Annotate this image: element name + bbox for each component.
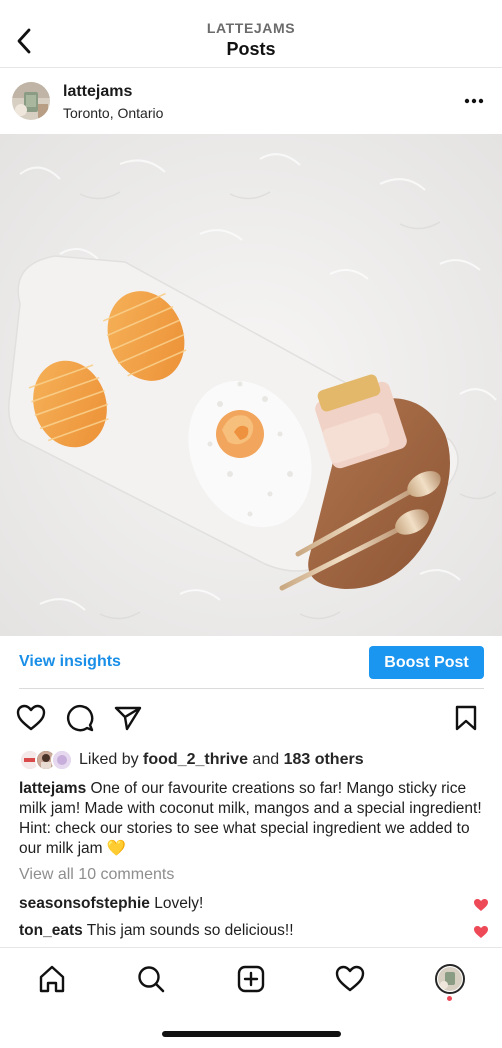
likes-others-count[interactable]: 183 others [284, 751, 364, 768]
likes-prefix: Liked by [79, 751, 144, 768]
avatar [435, 964, 465, 994]
comment-text: Lovely! [154, 895, 204, 912]
likes-summary: Liked by food_2_thrive and 183 others [79, 751, 364, 769]
insights-bar: View insights Boost Post [0, 636, 502, 689]
comment-row: ton_eats This jam sounds so delicious!! [19, 922, 489, 940]
header-username: LATTEJAMS [206, 20, 296, 36]
comment-bubble-icon [66, 704, 94, 732]
caption-text: One of our favourite creations so far! M… [19, 780, 482, 857]
boost-post-button[interactable]: Boost Post [369, 646, 484, 679]
home-indicator[interactable] [162, 1031, 341, 1037]
nav-home[interactable] [35, 962, 69, 996]
post-caption: lattejams One of our favourite creations… [19, 779, 485, 859]
likes-row: Liked by food_2_thrive and 183 others [19, 748, 364, 772]
post-location[interactable]: Toronto, Ontario [63, 105, 163, 121]
comment-username[interactable]: ton_eats [19, 922, 83, 939]
avatar [51, 749, 73, 771]
view-insights-link[interactable]: View insights [19, 653, 121, 671]
top-header: LATTEJAMS Posts [0, 0, 502, 68]
like-button[interactable] [15, 702, 47, 734]
more-options-button[interactable] [462, 91, 486, 111]
liker-username[interactable]: food_2_thrive [143, 751, 248, 768]
more-horizontal-icon [464, 98, 484, 104]
comment-text: This jam sounds so delicious!! [86, 922, 294, 939]
divider [19, 688, 484, 689]
heart-outline-icon [16, 704, 46, 731]
add-post-icon [237, 965, 265, 993]
share-button[interactable] [112, 702, 144, 734]
notification-dot [447, 996, 452, 1001]
heart-filled-icon[interactable] [473, 925, 489, 939]
nav-activity[interactable] [333, 962, 367, 996]
nav-create[interactable] [234, 962, 268, 996]
home-icon [39, 965, 65, 993]
view-all-comments-link[interactable]: View all 10 comments [19, 866, 174, 884]
heart-filled-icon[interactable] [473, 898, 489, 912]
bookmark-icon [455, 705, 477, 731]
comment-username[interactable]: seasonsofstephie [19, 895, 150, 912]
nav-search[interactable] [134, 962, 168, 996]
send-icon [114, 706, 142, 731]
yellow-heart-emoji: 💛 [106, 840, 127, 857]
likes-middle: and [247, 751, 284, 768]
liker-avatars[interactable] [19, 749, 75, 771]
comment-row: seasonsofstephie Lovely! [19, 895, 489, 913]
search-icon [138, 966, 165, 993]
post-username[interactable]: lattejams [63, 83, 132, 101]
bottom-nav [0, 947, 502, 1009]
comment-button[interactable] [64, 702, 96, 734]
post-header: lattejams Toronto, Ontario [0, 69, 502, 134]
post-photo[interactable] [0, 134, 502, 636]
post-actions [0, 700, 502, 736]
caption-username[interactable]: lattejams [19, 780, 86, 797]
heart-icon [335, 965, 365, 992]
page-title: Posts [226, 39, 276, 59]
post-avatar[interactable] [12, 82, 50, 120]
save-button[interactable] [450, 702, 482, 734]
nav-profile[interactable] [433, 962, 467, 996]
